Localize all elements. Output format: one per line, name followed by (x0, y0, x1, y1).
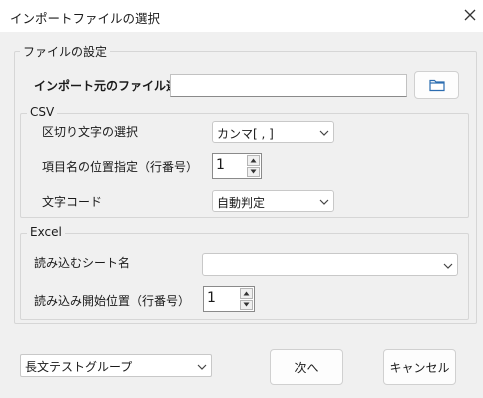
header-row-up-button[interactable] (247, 155, 260, 166)
csv-legend: CSV (27, 105, 58, 119)
delimiter-label: 区切り文字の選択 (42, 125, 139, 139)
cancel-button[interactable]: キャンセル (383, 349, 456, 385)
header-row-stepper[interactable]: 1 (212, 153, 262, 179)
chevron-down-icon (319, 199, 329, 205)
start-row-down-button[interactable] (240, 299, 253, 310)
header-row-value: 1 (216, 157, 225, 173)
window-title: インポートファイルの選択 (10, 11, 161, 26)
source-file-input[interactable] (170, 74, 407, 97)
sheet-name-select[interactable] (202, 253, 458, 276)
group-value: 長文テストグループ (25, 360, 133, 374)
folder-icon (428, 79, 445, 92)
next-button-label: 次へ (294, 360, 319, 375)
source-file-label: インポート元のファイル選択 (34, 79, 191, 93)
header-row-down-button[interactable] (247, 166, 260, 177)
start-row-value: 1 (207, 290, 216, 306)
arrow-up-icon (243, 291, 250, 296)
file-settings-legend: ファイルの設定 (20, 43, 111, 60)
cancel-button-label: キャンセル (389, 360, 450, 375)
sheet-name-label: 読み込むシート名 (34, 256, 131, 270)
close-button[interactable] (460, 5, 480, 25)
encoding-value: 自動判定 (217, 196, 266, 210)
encoding-select[interactable]: 自動判定 (212, 190, 334, 212)
encoding-label: 文字コード (42, 195, 103, 209)
arrow-down-icon (243, 302, 250, 307)
start-row-up-button[interactable] (240, 288, 253, 299)
close-icon (464, 9, 476, 21)
excel-legend: Excel (27, 225, 65, 239)
start-row-label: 読み込み開始位置（行番号） (34, 294, 191, 308)
delimiter-select[interactable]: カンマ[ , ] (212, 121, 334, 143)
browse-button[interactable] (414, 71, 459, 99)
arrow-up-icon (250, 158, 257, 163)
next-button[interactable]: 次へ (270, 349, 343, 385)
header-row-label: 項目名の位置指定（行番号） (42, 160, 199, 174)
chevron-down-icon (197, 364, 207, 370)
chevron-down-icon (443, 263, 453, 269)
group-select[interactable]: 長文テストグループ (20, 354, 212, 377)
start-row-stepper[interactable]: 1 (203, 286, 255, 312)
arrow-down-icon (250, 169, 257, 174)
delimiter-value: カンマ[ , ] (217, 127, 274, 141)
chevron-down-icon (319, 130, 329, 136)
